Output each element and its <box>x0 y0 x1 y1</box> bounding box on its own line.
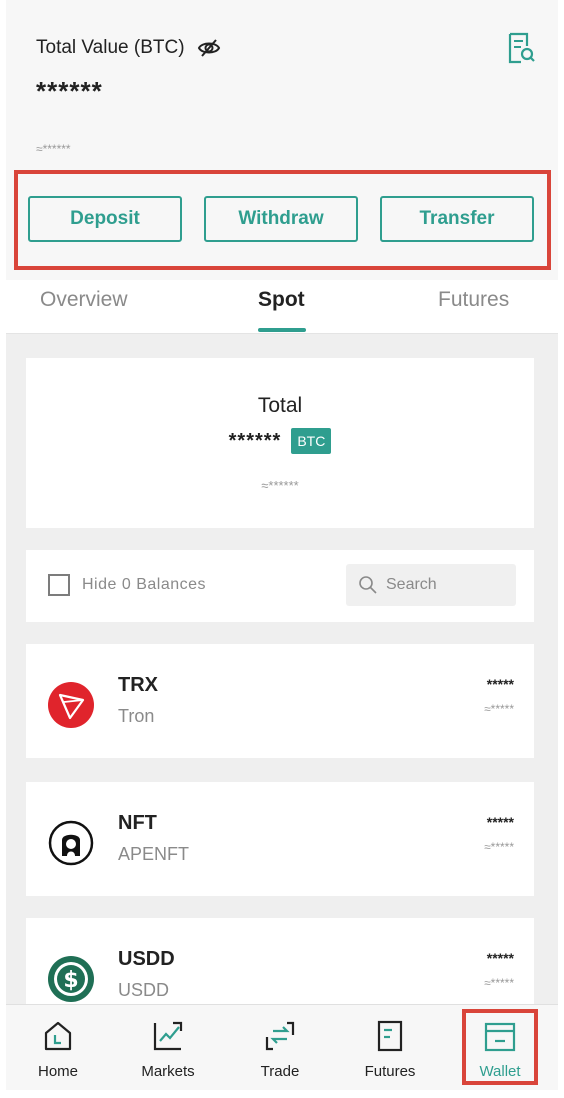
trade-icon <box>265 1021 295 1051</box>
wallet-header: Total Value (BTC) ****** ≈****** Deposit… <box>6 0 558 280</box>
total-value-label: Total Value (BTC) <box>36 37 185 58</box>
transfer-button[interactable]: Transfer <box>380 196 534 242</box>
total-value-masked: ****** <box>36 76 103 106</box>
asset-approx: ≈***** <box>484 702 514 716</box>
eye-off-icon[interactable] <box>197 36 221 60</box>
total-masked-value: ****** <box>228 429 282 452</box>
asset-name: USDD <box>118 980 170 1000</box>
nav-label: Futures <box>364 1063 416 1080</box>
wallet-tabs: Overview Spot Futures <box>6 280 558 334</box>
nav-label: Markets <box>141 1063 195 1080</box>
total-title: Total <box>257 394 303 417</box>
tab-futures[interactable]: Futures <box>438 288 509 312</box>
total-row: ****** BTC <box>26 428 534 454</box>
asset-approx: ≈***** <box>484 976 514 990</box>
apenft-icon <box>48 820 94 866</box>
asset-approx: ≈***** <box>484 840 514 854</box>
futures-icon <box>377 1020 403 1052</box>
tab-spot[interactable]: Spot <box>258 288 305 312</box>
nav-home[interactable]: Home <box>12 1005 104 1090</box>
nav-futures[interactable]: Futures <box>344 1005 436 1090</box>
asset-row-nft[interactable]: NFT APENFT ***** ≈***** <box>26 782 534 896</box>
asset-name: APENFT <box>118 844 190 864</box>
asset-symbol: NFT <box>118 812 157 834</box>
tab-overview[interactable]: Overview <box>40 288 128 312</box>
svg-text:$: $ <box>63 968 78 993</box>
asset-amount: ***** <box>486 676 514 692</box>
filter-bar: Hide 0 Balances Search <box>26 550 534 622</box>
search-icon <box>359 576 377 594</box>
asset-amount: ***** <box>486 814 514 830</box>
total-approx: ≈****** <box>261 478 299 493</box>
asset-amount: ***** <box>486 950 514 966</box>
asset-symbol: USDD <box>118 948 175 970</box>
nav-label: Trade <box>260 1063 300 1080</box>
usdd-icon: $ <box>48 956 94 1002</box>
total-value-approx: ≈****** <box>36 142 71 156</box>
asset-name: Tron <box>118 706 155 726</box>
nav-label: Home <box>37 1063 78 1080</box>
search-input[interactable]: Search <box>346 564 516 606</box>
asset-row-trx[interactable]: TRX Tron ***** ≈***** <box>26 644 534 758</box>
total-value-row: Total Value (BTC) <box>36 36 221 60</box>
markets-icon <box>153 1021 183 1051</box>
withdraw-button[interactable]: Withdraw <box>204 196 358 242</box>
currency-badge[interactable]: BTC <box>291 428 332 454</box>
asset-symbol: TRX <box>118 674 158 696</box>
bottom-nav: Home Markets Trade Futures Wallet <box>6 1004 558 1090</box>
wallet-screen: Total Value (BTC) ****** ≈****** Deposit… <box>6 0 558 1090</box>
active-tab-indicator <box>258 328 306 332</box>
report-search-icon[interactable] <box>507 32 535 64</box>
search-placeholder: Search <box>386 576 437 593</box>
total-card: Total ****** BTC ≈****** <box>26 358 534 528</box>
tron-icon <box>48 682 94 728</box>
nav-markets[interactable]: Markets <box>122 1005 214 1090</box>
home-icon <box>44 1021 72 1051</box>
hide-zero-checkbox[interactable] <box>48 574 70 596</box>
wallet-highlight <box>462 1009 538 1085</box>
deposit-button[interactable]: Deposit <box>28 196 182 242</box>
hide-zero-label[interactable]: Hide 0 Balances <box>82 576 206 594</box>
nav-trade[interactable]: Trade <box>234 1005 326 1090</box>
